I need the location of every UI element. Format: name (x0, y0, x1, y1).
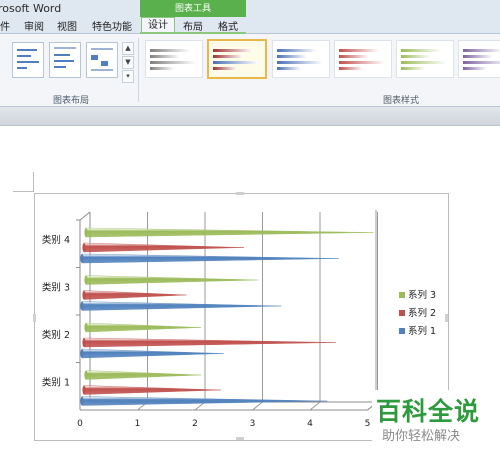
cone-bar (85, 370, 202, 380)
cone-base (84, 228, 88, 237)
legend-label: 系列 2 (408, 307, 436, 319)
cone-bar (81, 348, 224, 359)
cone-base (82, 385, 86, 395)
cone-bar (81, 253, 339, 264)
cone-bar (83, 242, 245, 253)
cone-bar (81, 301, 282, 311)
category-label: 类别 1 (42, 376, 70, 388)
cone-base (82, 243, 86, 252)
watermark-subtitle: 助你轻松解决 (382, 429, 461, 444)
legend-swatch (399, 310, 405, 316)
x-tick-label: 3 (250, 419, 256, 429)
category-label: 类别 3 (42, 281, 70, 293)
cone-base (80, 254, 84, 263)
cone-base (82, 290, 86, 300)
cone-base (84, 275, 88, 285)
x-tick-label: 0 (77, 419, 83, 429)
cone-base (80, 301, 84, 311)
gridline-floor (252, 401, 263, 411)
legend-swatch (399, 292, 405, 298)
watermark-title: 百科全说 (376, 397, 481, 426)
legend-label: 系列 3 (408, 289, 436, 301)
cone-base (84, 323, 88, 332)
cone-bar (85, 322, 202, 333)
x-tick-label: 5 (365, 419, 371, 429)
x-tick-label: 2 (192, 419, 198, 429)
cone-base (80, 349, 84, 358)
legend-swatch (399, 328, 405, 334)
cone-bar (85, 275, 259, 285)
gridline-floor (309, 401, 321, 411)
cone-bar (83, 337, 337, 348)
cone-bar (83, 290, 187, 300)
cone-bar (85, 227, 374, 238)
cone-base (84, 370, 88, 380)
category-label: 类别 4 (42, 234, 70, 246)
cone-base (80, 396, 84, 406)
bar-chart: 0 1 2 3 4 5 类别 1 类别 2 类别 3 类别 4 系列 3 系列 2 系列 1 (42, 210, 436, 429)
wall-top-edge (79, 211, 91, 221)
x-tick-label: 1 (135, 419, 141, 429)
legend-label: 系列 1 (408, 325, 436, 337)
x-tick-label: 4 (307, 419, 313, 429)
category-label: 类别 2 (42, 329, 70, 341)
cone-base (82, 338, 86, 347)
cone-bar (83, 385, 222, 395)
